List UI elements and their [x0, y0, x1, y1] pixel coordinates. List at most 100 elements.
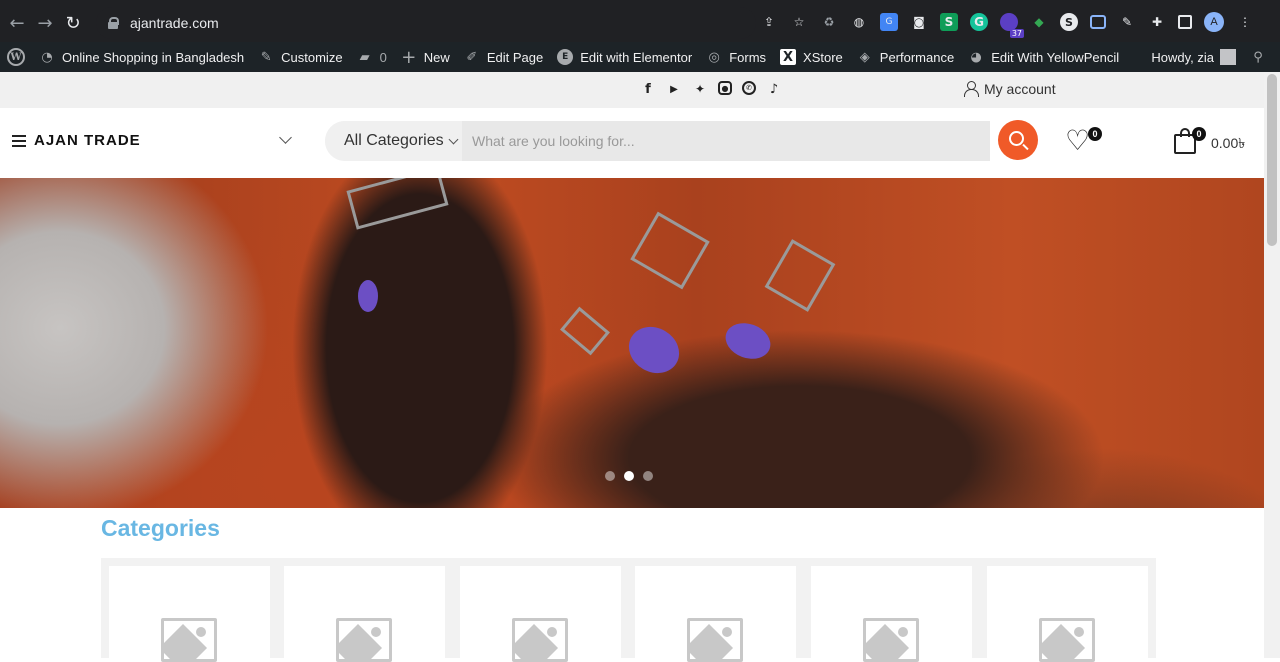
categories-heading: Categories	[101, 515, 220, 541]
slider-dot-active[interactable]	[624, 471, 634, 481]
user-icon	[964, 81, 979, 97]
instagram-icon[interactable]: ●	[718, 81, 732, 95]
page-scrollbar[interactable]	[1264, 72, 1280, 658]
image-placeholder-icon	[687, 618, 743, 662]
reload-icon[interactable]: ↻	[62, 12, 84, 34]
globe-extension-icon[interactable]: ◍	[850, 13, 868, 31]
s-extension-icon[interactable]: S	[940, 13, 958, 31]
xstore-link[interactable]: X XStore	[773, 42, 850, 72]
youtube-icon[interactable]: ▶	[666, 81, 682, 97]
dashboard-icon: ◔	[41, 49, 53, 65]
my-account-label: My account	[984, 81, 1056, 97]
yellowpencil-icon: ◕	[970, 49, 982, 65]
edit-page-label: Edit Page	[486, 49, 544, 65]
color-extension-icon[interactable]: ◆	[1030, 13, 1048, 31]
forms-icon: ◎	[708, 49, 720, 65]
whatsapp-icon[interactable]: ✆	[742, 81, 756, 95]
translate-extension-icon[interactable]: G	[880, 13, 898, 31]
customize-link[interactable]: ✎ Customize	[251, 42, 349, 72]
image-placeholder-icon	[512, 618, 568, 662]
camera-extension-icon[interactable]: ◙	[910, 13, 928, 31]
scrollbar-thumb[interactable]	[1267, 74, 1277, 246]
xstore-label: XStore	[803, 49, 843, 65]
bookmark-star-icon[interactable]: ☆	[790, 13, 808, 31]
back-icon[interactable]: ←	[6, 12, 28, 34]
search-icon	[1009, 131, 1024, 146]
user-avatar[interactable]	[1220, 49, 1236, 65]
my-account-link[interactable]: My account	[964, 81, 1056, 97]
browser-menu-icon[interactable]: ⋮	[1236, 13, 1254, 31]
pencil-icon: ✐	[466, 49, 478, 65]
category-card[interactable]	[811, 566, 972, 662]
extensions-row: ⇪ ☆ ♻ ◍ G ◙ S G 37 ◆ S ✎ ✚ A ⋮	[760, 12, 1254, 38]
wishlist-count-badge: 0	[1088, 127, 1102, 141]
chevron-down-icon[interactable]	[279, 131, 292, 144]
yellowpencil-label: Edit With YellowPencil	[991, 49, 1120, 65]
s-circle-extension-icon[interactable]: S	[1060, 13, 1078, 31]
image-placeholder-icon	[161, 618, 217, 662]
ring-decoration	[346, 178, 449, 230]
search-form: All Categories	[325, 121, 990, 161]
edit-page-link[interactable]: ✐ Edit Page	[457, 42, 550, 72]
profile-avatar[interactable]: A	[1204, 12, 1224, 32]
pen-extension-icon[interactable]: ✎	[1118, 13, 1136, 31]
forms-link[interactable]: ◎ Forms	[699, 42, 773, 72]
cart-button[interactable]: 0	[1172, 126, 1206, 156]
share-icon[interactable]: ⇪	[760, 13, 778, 31]
site-name-link[interactable]: ◔ Online Shopping in Bangladesh	[32, 42, 251, 72]
extensions-puzzle-icon[interactable]: ✚	[1148, 13, 1166, 31]
xstore-icon: X	[780, 49, 797, 65]
search-button[interactable]	[998, 120, 1038, 160]
wp-logo-button[interactable]: W	[0, 42, 32, 72]
address-bar[interactable]: ajantrade.com	[96, 7, 756, 39]
social-links: f ▶ ✦ ● ✆ ♪	[640, 81, 782, 97]
category-card[interactable]	[635, 566, 796, 662]
slider-dot[interactable]	[643, 471, 653, 481]
side-panel-icon[interactable]	[1178, 15, 1192, 29]
edit-elementor-label: Edit with Elementor	[580, 49, 693, 65]
ring-decoration	[560, 306, 610, 356]
twitter-icon[interactable]: ✦	[692, 81, 708, 97]
nail-decoration	[720, 317, 776, 365]
edit-elementor-link[interactable]: E Edit with Elementor	[550, 42, 699, 72]
performance-icon: ◈	[859, 49, 870, 65]
recycle-extension-icon[interactable]: ♻	[820, 13, 838, 31]
forward-icon[interactable]: →	[34, 12, 56, 34]
cart-total[interactable]: 0.00৳	[1211, 132, 1245, 156]
site-header: AJAN TRADE All Categories ♡ 0 0 0.00৳	[0, 108, 1264, 178]
cart-count-badge: 0	[1192, 127, 1206, 141]
howdy-label[interactable]: Howdy, zia	[1151, 50, 1214, 65]
slider-dot[interactable]	[605, 471, 615, 481]
site-topbar: f ▶ ✦ ● ✆ ♪ My account	[0, 72, 1264, 108]
admin-search-icon[interactable]: ⚲	[1250, 49, 1266, 65]
lock-icon	[108, 17, 119, 29]
performance-link[interactable]: ◈ Performance	[850, 42, 961, 72]
tiktok-icon[interactable]: ♪	[766, 81, 782, 97]
screen-extension-icon[interactable]	[1090, 15, 1106, 29]
purple-extension-icon[interactable]: 37	[1000, 13, 1024, 38]
category-card[interactable]	[987, 566, 1148, 662]
grammarly-extension-icon[interactable]: G	[970, 13, 988, 31]
wp-admin-bar: W ◔ Online Shopping in Bangladesh ✎ Cust…	[0, 42, 1280, 72]
comments-link[interactable]: ▰ 0	[350, 42, 394, 72]
wishlist-button[interactable]: ♡ 0	[1065, 127, 1102, 157]
image-placeholder-icon	[336, 618, 392, 662]
yellowpencil-link[interactable]: ◕ Edit With YellowPencil	[961, 42, 1126, 72]
hero-slider[interactable]	[0, 178, 1264, 508]
category-card[interactable]	[284, 566, 445, 662]
search-input[interactable]	[462, 121, 990, 161]
category-card[interactable]	[460, 566, 621, 662]
facebook-icon[interactable]: f	[640, 81, 656, 97]
chevron-down-icon	[448, 134, 459, 144]
hamburger-menu-icon[interactable]	[12, 135, 26, 147]
extension-badge: 37	[1009, 29, 1024, 38]
category-select[interactable]: All Categories	[325, 121, 462, 161]
admin-bar-right: Howdy, zia ⚲	[1151, 42, 1280, 72]
url-text: ajantrade.com	[130, 15, 219, 31]
nail-decoration	[620, 317, 688, 383]
brush-icon: ✎	[260, 49, 272, 65]
comment-icon: ▰	[359, 49, 370, 65]
category-card[interactable]	[109, 566, 270, 662]
site-brand[interactable]: AJAN TRADE	[34, 132, 141, 149]
new-content-link[interactable]: + New	[394, 42, 457, 72]
